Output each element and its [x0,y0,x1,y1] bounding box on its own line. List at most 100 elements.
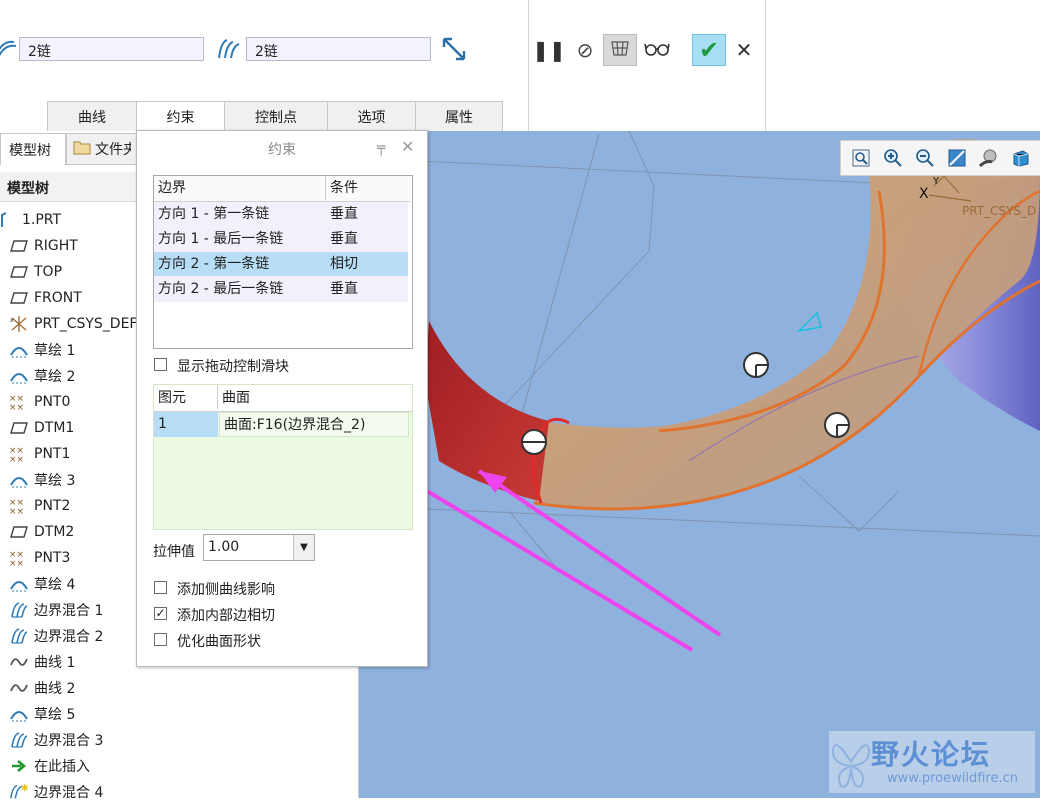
boundary-cell[interactable]: 方向 2 - 最后一条链 [154,277,326,301]
pause-button[interactable]: ❚❚ [532,34,566,66]
tree-item-label: 草绘 4 [34,577,76,593]
drag-handle[interactable] [743,352,769,378]
dropdown-arrow-icon[interactable]: ▼ [293,535,314,560]
tree-item[interactable]: 边界混合 1 [8,597,103,623]
boundary-cell[interactable]: 方向 1 - 第一条链 [154,202,326,226]
datum-plane-icon [8,418,30,438]
repaint-icon[interactable] [945,146,969,170]
condition-cell[interactable]: 相切 [326,252,408,276]
tree-item-label: PNT2 [34,498,71,514]
tree-item[interactable]: 草绘 1 [8,337,75,363]
pin-icon[interactable]: ╤ [377,140,385,156]
entity-cell[interactable]: 1 [154,412,218,437]
view-orient-icon[interactable] [1009,146,1033,170]
boundary-cell[interactable]: 方向 1 - 最后一条链 [154,227,326,251]
render-style-icon[interactable] [977,146,1001,170]
tab-options[interactable]: 选项 [327,101,416,131]
column-header-entity[interactable]: 图元 [154,385,218,409]
column-header-condition[interactable]: 条件 [326,176,410,200]
stretch-value[interactable]: 1.00 [208,539,239,555]
tree-item[interactable]: x PRT_CSYS_DEF [8,311,137,337]
option-checkbox[interactable]: ✓ [154,607,167,620]
column-header-surface[interactable]: 曲面 [218,385,408,409]
condition-cell[interactable]: 垂直 [326,227,408,251]
zoom-out-icon[interactable] [913,146,937,170]
condition-cell[interactable]: 垂直 [326,202,408,226]
tree-item[interactable]: 边界混合 3 [8,727,103,753]
condition-cell[interactable]: 垂直 [326,277,408,301]
boundary-cell[interactable]: 方向 2 - 第一条链 [154,252,326,276]
tree-item[interactable]: DTM1 [8,415,74,441]
verify-button[interactable] [640,34,674,66]
table-row[interactable]: 1 曲面:F16(边界混合_2) [154,412,409,437]
option-label: 添加侧曲线影响 [177,582,275,598]
tree-item[interactable]: ×× ×× PNT3 [8,545,70,571]
tab-curves[interactable]: 曲线 [47,101,137,131]
option-checkbox[interactable] [154,581,167,594]
tab-folder-browser[interactable]: 文件夹 [66,133,140,165]
navigator-tabs: 模型树 文件夹 [0,133,140,165]
table-row[interactable]: 方向 2 - 第一条链 相切 [154,252,408,277]
datum-point-icon: ×× ×× [8,444,30,464]
tree-item-label: 曲线 1 [34,655,76,671]
tree-item[interactable]: ×× ×× PNT0 [8,389,70,415]
boundary-blend-dir1-icon[interactable] [0,36,18,62]
cancel-button[interactable]: ✕ [727,34,761,66]
boundary-blend-surface [534,139,1040,509]
tree-item[interactable]: FRONT [8,285,82,311]
surface-cell[interactable]: 曲面:F16(边界混合_2) [219,412,409,437]
forum-watermark: 野火论坛 www.proewildfire.cn [829,731,1035,793]
table-row[interactable]: 方向 1 - 最后一条链 垂直 [154,227,408,252]
entity-surface-table: 图元 曲面 1 曲面:F16(边界混合_2) [153,384,413,530]
tree-item-label: FRONT [34,290,82,306]
swap-directions-icon[interactable] [441,36,467,62]
column-header-boundary[interactable]: 边界 [154,176,326,200]
drag-handle[interactable] [521,429,547,455]
ribbon-separator [765,0,766,131]
tree-item[interactable]: 草绘 4 [8,571,75,597]
drag-handle[interactable] [824,412,850,438]
tree-item[interactable]: DTM2 [8,519,74,545]
tree-item[interactable]: 曲线 1 [8,649,75,675]
svg-text:××: ×× [9,403,24,411]
tree-item[interactable]: 1.PRT [0,207,61,233]
tree-item[interactable]: ✱ 边界混合 4 [8,779,103,805]
option-checkbox[interactable] [154,633,167,646]
sketch-icon [8,366,30,386]
tree-item[interactable]: ×× ×× PNT2 [8,493,70,519]
tree-item[interactable]: TOP [8,259,62,285]
tree-item[interactable]: 曲线 2 [8,675,75,701]
axis-y-label: Y [933,176,940,187]
ok-button[interactable]: ✔ [692,34,726,66]
graphics-viewport[interactable]: X Y PRT_CSYS_D [359,131,1040,798]
show-drag-handles-checkbox[interactable] [154,358,167,371]
tab-constraints[interactable]: 约束 [136,101,225,132]
boundary-blend-dir2-icon[interactable] [215,36,241,62]
tree-item-label: PRT_CSYS_DEF [34,316,138,332]
boundary-blend-icon [8,600,30,620]
svg-text:××: ×× [9,455,24,463]
boundary-blend-new-icon: ✱ [8,782,30,802]
zoom-in-icon[interactable] [881,146,905,170]
tab-properties[interactable]: 属性 [415,101,503,131]
table-row[interactable]: 方向 2 - 最后一条链 垂直 [154,277,408,302]
tree-item[interactable]: 边界混合 2 [8,623,103,649]
stop-button[interactable]: ⊘ [568,34,602,66]
tree-item[interactable]: RIGHT [8,233,78,259]
tree-item[interactable]: 在此插入 [8,753,90,779]
tree-item[interactable]: 草绘 5 [8,701,75,727]
mesh-preview-button[interactable] [603,34,637,66]
tree-item[interactable]: ×× ×× PNT1 [8,441,70,467]
close-panel-icon[interactable]: ✕ [401,137,414,156]
stretch-value-combobox[interactable]: 1.00 ▼ [203,534,315,561]
table-header: 边界 条件 [154,176,410,202]
direction2-chain-collector[interactable]: 2链 [246,37,431,61]
tab-model-tree[interactable]: 模型树 [0,133,66,165]
tree-item[interactable]: 草绘 2 [8,363,75,389]
tab-control-points[interactable]: 控制点 [224,101,328,131]
zoom-fit-icon[interactable] [849,146,873,170]
direction1-chain-collector[interactable]: 2链 [19,37,204,61]
table-row[interactable]: 方向 1 - 第一条链 垂直 [154,202,408,227]
axis-x-label: X [919,186,929,202]
tree-item[interactable]: 草绘 3 [8,467,75,493]
